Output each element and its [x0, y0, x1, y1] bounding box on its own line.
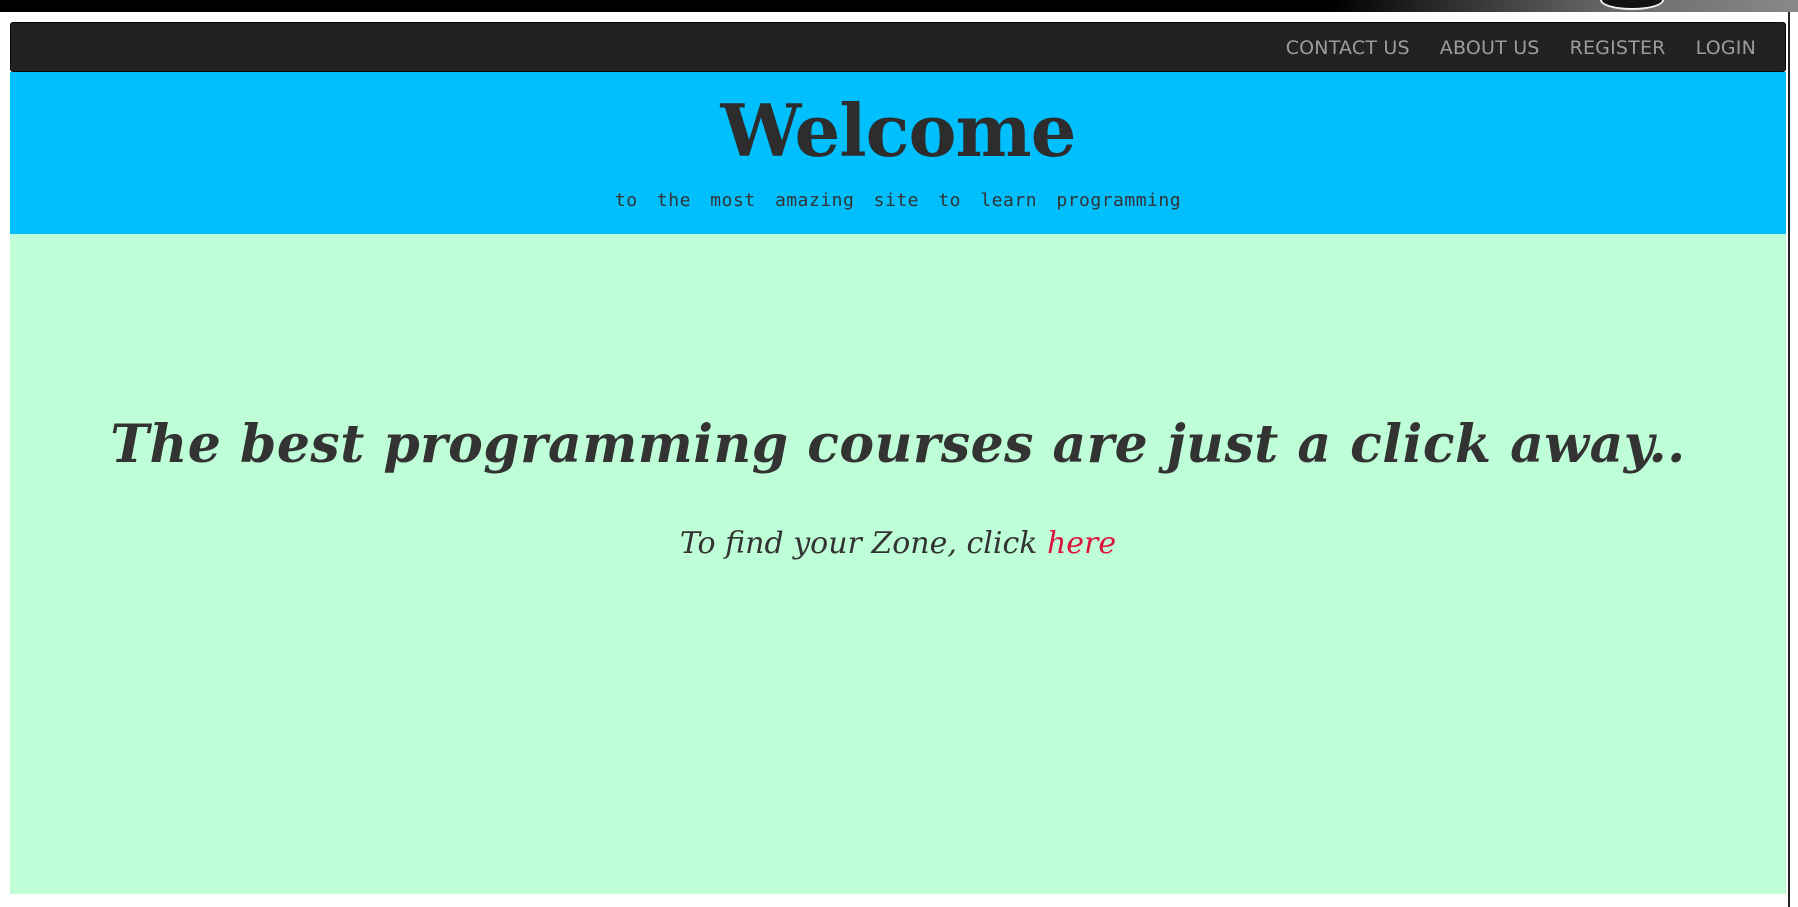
hero-subline: To find your Zone, click here — [10, 526, 1786, 561]
find-zone-link[interactable]: here — [1047, 526, 1116, 561]
page-title: Welcome — [720, 88, 1076, 173]
nav-item-login: LOGIN — [1681, 23, 1771, 73]
top-navbar: CONTACT US ABOUT US REGISTER LOGIN — [10, 22, 1786, 72]
about-us-link[interactable]: ABOUT US — [1425, 37, 1555, 59]
hero-section: The best programming courses are just a … — [10, 234, 1786, 894]
hero-lead: The best programming courses are just a … — [110, 414, 1686, 475]
nav-item-register: REGISTER — [1555, 23, 1681, 73]
contact-us-link[interactable]: CONTACT US — [1271, 37, 1425, 59]
nav-list: CONTACT US ABOUT US REGISTER LOGIN — [1271, 23, 1785, 73]
nav-item-contact-us: CONTACT US — [1271, 23, 1425, 73]
window-right-border — [1788, 12, 1790, 907]
tagline: to the most amazing site to learn progra… — [614, 190, 1182, 211]
browser-top-strip — [0, 0, 1798, 12]
login-link[interactable]: LOGIN — [1681, 37, 1771, 59]
cursor-blob-icon — [1600, 0, 1664, 10]
nav-item-about-us: ABOUT US — [1425, 23, 1555, 73]
welcome-header: Welcome to the most amazing site to lear… — [10, 72, 1786, 234]
hero-subline-text: To find your Zone, click — [679, 526, 1038, 561]
register-link[interactable]: REGISTER — [1555, 37, 1681, 59]
